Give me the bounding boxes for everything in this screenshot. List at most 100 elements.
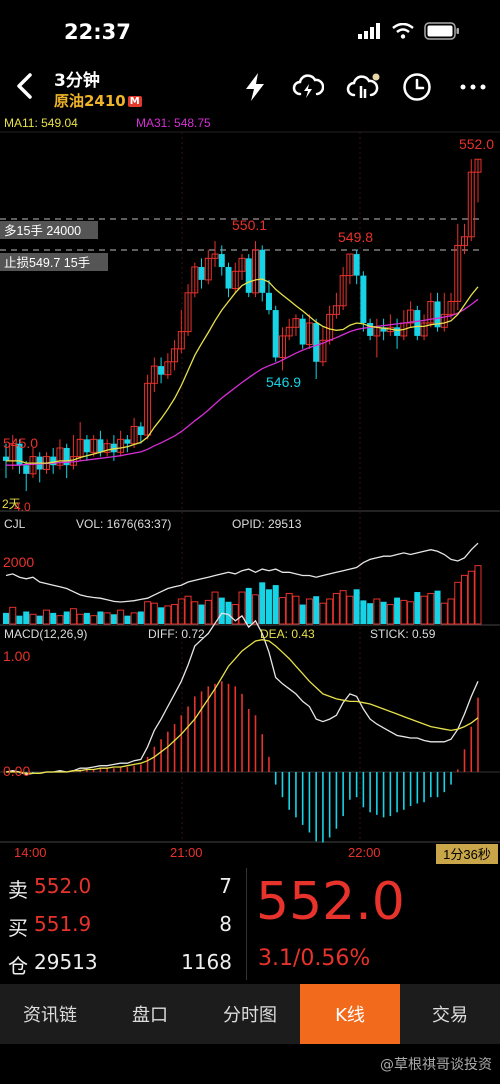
volume-bar-down <box>259 582 266 624</box>
quote-divider <box>246 868 247 980</box>
high-label-2: 549.8 <box>338 229 373 245</box>
history-button[interactable] <box>400 70 434 104</box>
volume-bar-down <box>353 589 360 624</box>
tab-trade[interactable]: 交易 <box>400 984 500 1044</box>
tab-kline[interactable]: K线 <box>300 984 400 1044</box>
signal-icon <box>358 23 380 39</box>
volume-bar-down <box>110 614 117 624</box>
volume-bar-down <box>83 612 90 624</box>
market-badge: M <box>127 96 142 107</box>
candle-down <box>50 456 57 466</box>
axis-partial-label: 4.0 <box>14 500 31 514</box>
candle-down <box>272 310 279 358</box>
opid-label: OPID: 29513 <box>232 517 302 531</box>
volume-bar-down <box>367 603 374 624</box>
cloud-notify-button[interactable] <box>346 70 380 104</box>
price-change: 3.1/0.56% <box>258 946 371 971</box>
volume-bar-down <box>394 597 401 624</box>
candle-down <box>360 275 367 323</box>
candle-down <box>259 249 266 293</box>
oi-change: 1168 <box>181 950 232 974</box>
candle-down <box>97 439 104 453</box>
kline-chart[interactable]: MA11: 549.04 MA31: 548.75 552.0 545.0 55… <box>0 112 500 868</box>
volume-bar-down <box>360 600 367 624</box>
flash-icon <box>246 73 264 101</box>
low-label: 546.9 <box>266 374 301 390</box>
macd-axis-zero: 0.00 <box>3 763 30 779</box>
chevron-left-icon <box>17 73 32 99</box>
bid-price: 551.9 <box>34 912 92 936</box>
dea-label: DEA: 0.43 <box>260 627 315 641</box>
volume-bar-down <box>3 612 9 624</box>
ask-qty: 7 <box>219 874 232 898</box>
battery-icon <box>424 22 459 40</box>
bid-label: 买 <box>8 916 28 940</box>
countdown-label: 1分36秒 <box>443 847 491 862</box>
time-label-2: 21:00 <box>170 845 203 860</box>
candle-down <box>83 439 90 453</box>
order-tag-long: 多15手 24000 <box>4 224 81 238</box>
ask-price: 552.0 <box>34 874 92 898</box>
ask-label: 卖 <box>8 878 28 902</box>
volume-axis-label: 2000 <box>3 554 34 570</box>
candle-down <box>218 254 225 267</box>
volume-bar-down <box>225 601 232 624</box>
order-tag-stop: 止损549.7 15手 <box>4 256 90 270</box>
volume-bar-down <box>272 585 279 624</box>
more-button[interactable] <box>456 70 490 104</box>
clock-icon <box>403 73 431 101</box>
volume-bar-down <box>36 615 43 624</box>
volume-bar-down <box>63 611 70 624</box>
tab-intraday[interactable]: 分时图 <box>200 984 300 1044</box>
stick-label: STICK: 0.59 <box>370 627 436 641</box>
volume-bar-down <box>380 601 387 624</box>
bottom-tab-bar: 资讯链 盘口 分时图 K线 交易 <box>0 984 500 1044</box>
tab-news-chain[interactable]: 资讯链 <box>0 984 100 1044</box>
status-bar: 22:37 <box>0 0 500 60</box>
candle-down <box>353 254 360 276</box>
candle-down <box>23 465 30 474</box>
bid-row[interactable]: 买 551.9 8 <box>6 908 236 944</box>
macd-title[interactable]: MACD(12,26,9) <box>4 627 87 641</box>
bid-qty: 8 <box>219 912 232 936</box>
volume-bar-down <box>265 589 272 624</box>
candle-down <box>394 327 401 336</box>
volume-bar-down <box>313 596 320 624</box>
volume-bar-down <box>23 611 30 624</box>
candle-down <box>225 266 232 289</box>
back-button[interactable] <box>10 70 42 102</box>
status-icons <box>358 22 460 40</box>
quote-panel: 卖 552.0 7 买 551.9 8 仓 29513 1168 <box>0 868 500 982</box>
candle-down <box>245 258 252 293</box>
volume-bar-down <box>124 615 131 624</box>
cloud-sync-button[interactable] <box>291 70 325 104</box>
volume-label: VOL: 1676(63:37) <box>76 517 171 531</box>
volume-bar-down <box>299 604 306 624</box>
time-label-3: 22:00 <box>348 845 381 860</box>
watermark: @草根祺哥谈投资 <box>380 1057 492 1073</box>
ask-row[interactable]: 卖 552.0 7 <box>6 870 236 906</box>
ma11-label: MA11: 549.04 <box>4 116 78 130</box>
candle-down <box>313 323 320 362</box>
diff-label: DIFF: 0.72 <box>148 627 205 641</box>
candle-down <box>158 366 165 375</box>
page-title: 3分钟 <box>54 71 100 91</box>
time-label-1: 14:00 <box>14 845 47 860</box>
oi-value: 29513 <box>34 950 98 974</box>
volume-bar-down <box>434 590 441 624</box>
status-time: 22:37 <box>64 20 131 44</box>
cloud-sync-icon <box>292 74 324 98</box>
tab-order-book[interactable]: 盘口 <box>100 984 200 1044</box>
contract-selector[interactable]: 原油2410 M <box>54 90 142 111</box>
volume-bar-down <box>245 587 252 624</box>
volume-bar-down <box>158 607 165 624</box>
last-price: 552.0 <box>256 872 405 932</box>
volume-title[interactable]: CJL <box>4 517 26 531</box>
flash-button[interactable] <box>238 70 272 104</box>
nav-bar: 3分钟 原油2410 M <box>0 60 500 112</box>
candle-down <box>137 426 144 436</box>
volume-bar-down <box>414 592 421 624</box>
more-icon <box>460 84 486 90</box>
candle-down <box>198 266 205 280</box>
volume-bar-down <box>137 611 144 624</box>
